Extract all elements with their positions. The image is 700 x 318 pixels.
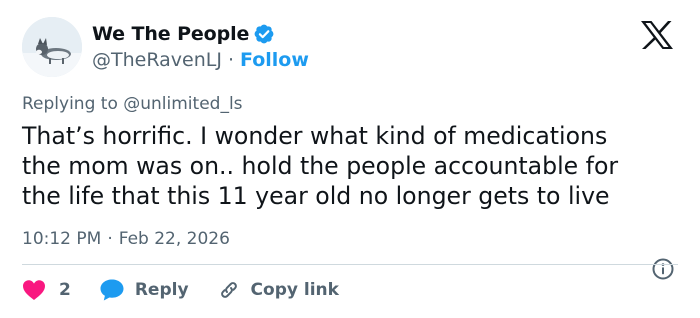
tweet-text-line: That’s horrific. I wonder what kind of m… (22, 122, 608, 150)
avatar[interactable] (22, 17, 82, 77)
like-button[interactable]: 2 (22, 279, 71, 301)
link-icon (220, 282, 237, 298)
tweet-text-line: the mom was on.. hold the people account… (22, 152, 619, 180)
info-icon[interactable] (651, 257, 675, 281)
heart-icon (23, 280, 45, 300)
reply-label: Reply (134, 280, 189, 300)
tweet-text: That’s horrific. I wonder what kind of m… (22, 121, 682, 211)
tweet-time: 10:12 PM (22, 229, 102, 249)
follow-button[interactable]: Follow (240, 49, 309, 71)
like-count: 2 (59, 280, 71, 300)
author-handle[interactable]: @TheRavenLJ (92, 49, 222, 71)
action-bar: 2 Reply Copy link (22, 275, 339, 305)
tweet-date: Feb 22, 2026 (118, 229, 230, 249)
author-display-name[interactable]: We The People (92, 23, 249, 45)
tweet-timestamp[interactable]: 10:12 PM · Feb 22, 2026 (22, 227, 230, 251)
avatar-image (22, 17, 82, 77)
author-name-row: We The People (92, 21, 275, 47)
reply-bubble-icon (100, 279, 124, 301)
author-handle-row: @TheRavenLJ · Follow (92, 47, 309, 73)
handle-separator: · (227, 49, 234, 71)
tweet-text-line: the life that this 11 year old no longer… (22, 182, 610, 210)
reply-button[interactable]: Reply (99, 278, 189, 302)
copy-link-button[interactable]: Copy link (217, 278, 339, 302)
tweet-card: We The People @TheRavenLJ · Follow Reply… (0, 0, 700, 318)
copy-link-label: Copy link (250, 280, 339, 300)
replying-to-text: Replying to @unlimited_ls (22, 94, 243, 114)
divider (22, 264, 678, 265)
verified-badge-icon (254, 24, 274, 44)
x-logo-icon[interactable] (640, 20, 674, 50)
timestamp-separator: · (107, 229, 113, 249)
